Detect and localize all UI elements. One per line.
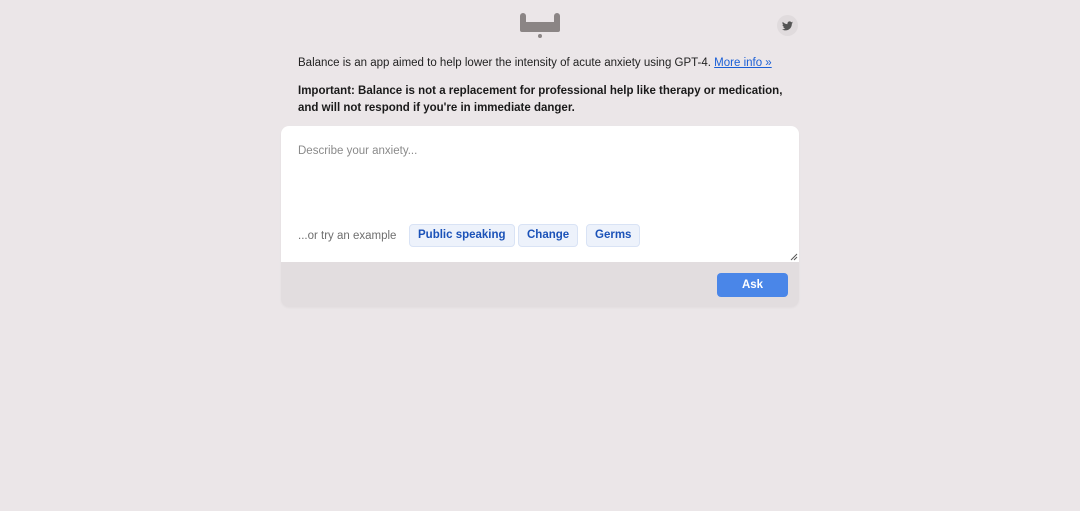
twitter-icon[interactable] <box>777 15 798 36</box>
example-chip-change[interactable]: Change <box>518 224 579 247</box>
examples-label: ...or try an example <box>298 230 397 242</box>
example-chip-germs[interactable]: Germs <box>586 224 641 247</box>
ask-button[interactable]: Ask <box>717 273 788 297</box>
example-chip-public-speaking[interactable]: Public speaking <box>409 224 515 247</box>
page: Balance is an app aimed to help lower th… <box>0 0 1080 511</box>
intro-description: Balance is an app aimed to help lower th… <box>298 57 711 69</box>
resize-handle-icon[interactable] <box>790 253 798 261</box>
twitter-bird-icon <box>782 20 793 30</box>
more-info-link[interactable]: More info » <box>714 57 772 69</box>
anxiety-input[interactable] <box>298 145 778 205</box>
intro-text: Balance is an app aimed to help lower th… <box>298 55 798 71</box>
action-bar: Ask <box>281 262 799 307</box>
balance-logo-icon <box>520 13 560 39</box>
anxiety-form-card: ...or try an example Public speaking Cha… <box>281 126 799 307</box>
important-notice: Important: Balance is not a replacement … <box>298 85 783 114</box>
input-area: ...or try an example Public speaking Cha… <box>281 126 799 262</box>
